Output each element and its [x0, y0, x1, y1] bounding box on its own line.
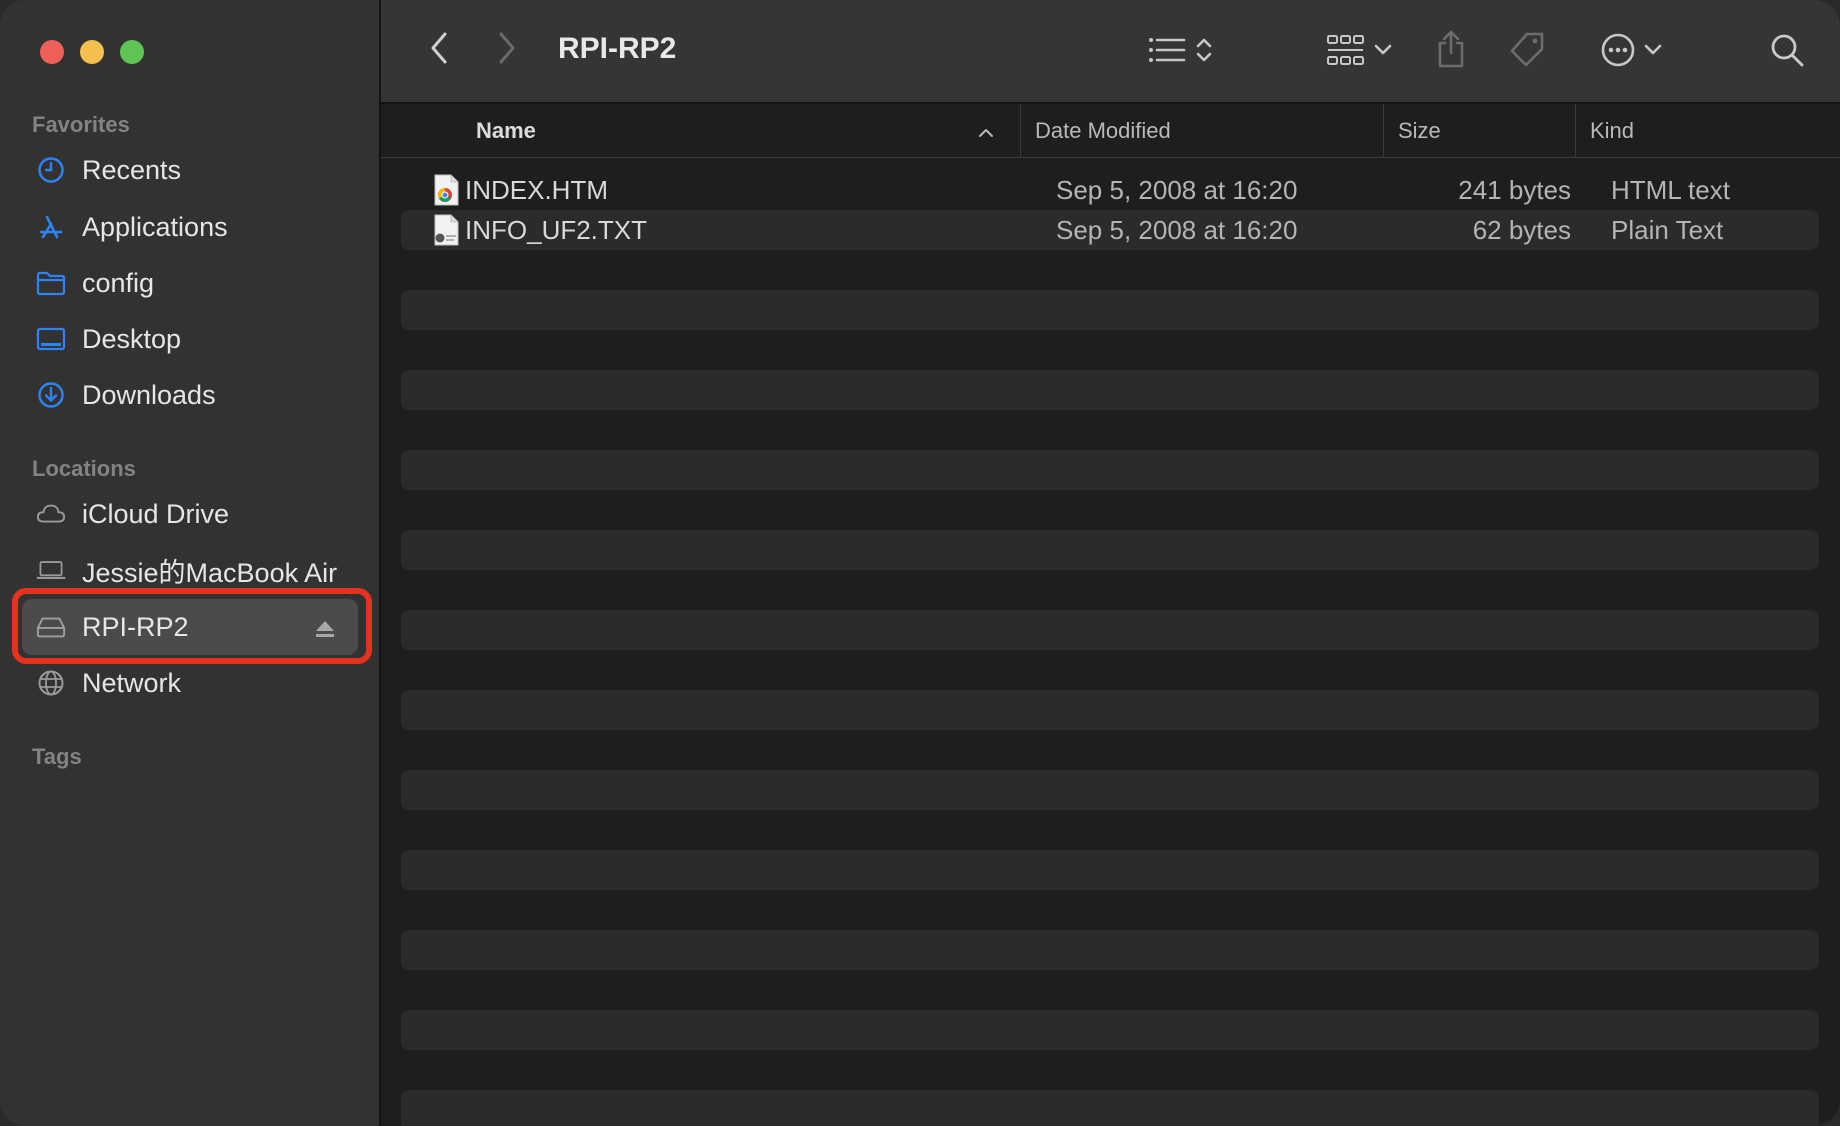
clock-icon — [36, 155, 66, 185]
sidebar-item-desktop[interactable]: Desktop — [22, 311, 358, 367]
column-kind-label: Kind — [1590, 118, 1635, 143]
text-file-icon — [431, 214, 461, 246]
file-date: Sep 5, 2008 at 16:20 — [1056, 174, 1298, 205]
chevron-down-icon — [1644, 43, 1662, 61]
sidebar-item-label: config — [82, 267, 155, 298]
empty-row-stripe — [401, 770, 1819, 810]
download-icon — [36, 380, 66, 410]
column-name-label: Name — [476, 118, 536, 143]
file-kind: HTML text — [1611, 174, 1730, 205]
sidebar-item-label: Desktop — [82, 323, 182, 354]
desktop-icon — [36, 324, 66, 354]
traffic-lights — [40, 40, 144, 64]
sidebar-item-label: Recents — [82, 154, 182, 185]
file-name: INDEX.HTM — [465, 174, 608, 205]
empty-row-stripe — [401, 850, 1819, 890]
sidebar-item-icloud-drive[interactable]: iCloud Drive — [22, 486, 358, 542]
eject-icon[interactable] — [314, 616, 336, 638]
html-file-icon — [431, 174, 461, 206]
column-date-modified[interactable]: Date Modified — [1020, 104, 1383, 158]
share-button[interactable] — [1431, 28, 1471, 74]
drive-icon — [36, 612, 66, 642]
sidebar: Favorites Recents Applications config De… — [0, 0, 381, 1126]
chevron-left-icon — [429, 31, 449, 70]
file-list: INDEX.HTM Sep 5, 2008 at 16:20 241 bytes… — [401, 170, 1819, 1126]
chevron-right-icon — [497, 31, 517, 70]
search-button[interactable] — [1765, 30, 1809, 74]
applications-icon — [36, 212, 66, 242]
share-icon — [1435, 29, 1467, 74]
cloud-icon — [36, 499, 66, 529]
tag-icon — [1507, 30, 1547, 75]
sidebar-item-label: Applications — [82, 211, 228, 242]
column-size-label: Size — [1398, 118, 1441, 143]
group-button[interactable] — [1319, 30, 1399, 74]
tag-button[interactable] — [1505, 30, 1549, 74]
laptop-icon — [36, 555, 66, 585]
sidebar-item-rpi-rp2[interactable]: RPI-RP2 — [22, 599, 358, 655]
empty-row-stripe — [401, 1010, 1819, 1050]
list-view-icon — [1148, 35, 1188, 70]
file-size: 62 bytes — [1472, 214, 1571, 245]
empty-row-stripe — [401, 370, 1819, 410]
empty-row-stripe — [401, 290, 1819, 330]
back-button[interactable] — [421, 30, 457, 70]
sidebar-item-label: Downloads — [82, 379, 216, 410]
more-actions-button[interactable] — [1591, 30, 1671, 74]
sidebar-item-macbook-air[interactable]: Jessie的MacBook Air — [22, 542, 358, 598]
empty-row-stripe — [401, 610, 1819, 650]
search-icon — [1769, 32, 1805, 73]
sidebar-item-recents[interactable]: Recents — [22, 142, 358, 198]
column-date-label: Date Modified — [1035, 118, 1171, 143]
column-kind[interactable]: Kind — [1575, 104, 1840, 158]
window-title: RPI-RP2 — [558, 32, 677, 65]
view-options-button[interactable] — [1141, 30, 1221, 74]
column-name[interactable]: Name — [476, 104, 1006, 158]
ellipsis-circle-icon — [1600, 32, 1636, 73]
chevron-down-icon — [1374, 43, 1392, 61]
empty-row-stripe — [401, 930, 1819, 970]
file-kind: Plain Text — [1611, 214, 1724, 245]
minimize-button[interactable] — [80, 40, 104, 64]
zoom-button[interactable] — [120, 40, 144, 64]
empty-row-stripe — [401, 690, 1819, 730]
table-row[interactable]: INDEX.HTM Sep 5, 2008 at 16:20 241 bytes… — [401, 170, 1819, 210]
table-row[interactable]: INFO_UF2.TXT Sep 5, 2008 at 16:20 62 byt… — [401, 210, 1819, 250]
sort-ascending-icon — [978, 118, 994, 144]
folder-icon — [36, 268, 66, 298]
empty-row-stripe — [401, 450, 1819, 490]
sidebar-item-label: RPI-RP2 — [82, 611, 189, 642]
sidebar-item-network[interactable]: Network — [22, 655, 358, 711]
sidebar-item-downloads[interactable]: Downloads — [22, 367, 358, 423]
empty-row-stripe — [401, 1090, 1819, 1126]
sort-arrows-icon — [1194, 35, 1214, 70]
forward-button[interactable] — [489, 30, 525, 70]
globe-icon — [36, 668, 66, 698]
locations-section-title: Locations — [32, 456, 136, 481]
favorites-section-title: Favorites — [32, 112, 130, 137]
sidebar-item-label: Jessie的MacBook Air — [82, 557, 338, 588]
file-date: Sep 5, 2008 at 16:20 — [1056, 214, 1298, 245]
tags-section-title: Tags — [32, 744, 82, 769]
finder-window: Favorites Recents Applications config De… — [0, 0, 1840, 1126]
toolbar: RPI-RP2 — [381, 0, 1840, 104]
close-button[interactable] — [40, 40, 64, 64]
grid-icon — [1326, 33, 1366, 72]
sidebar-item-label: iCloud Drive — [82, 498, 230, 529]
file-name: INFO_UF2.TXT — [465, 214, 648, 245]
sidebar-item-label: Network — [82, 667, 182, 698]
main-content: RPI-RP2 Name Date Modified Size Kind IND… — [381, 0, 1840, 1126]
file-size: 241 bytes — [1458, 174, 1571, 205]
empty-row-stripe — [401, 530, 1819, 570]
sidebar-item-config[interactable]: config — [22, 255, 358, 311]
column-size[interactable]: Size — [1383, 104, 1575, 158]
sidebar-item-applications[interactable]: Applications — [22, 199, 358, 255]
column-header: Name Date Modified Size Kind — [381, 104, 1840, 158]
